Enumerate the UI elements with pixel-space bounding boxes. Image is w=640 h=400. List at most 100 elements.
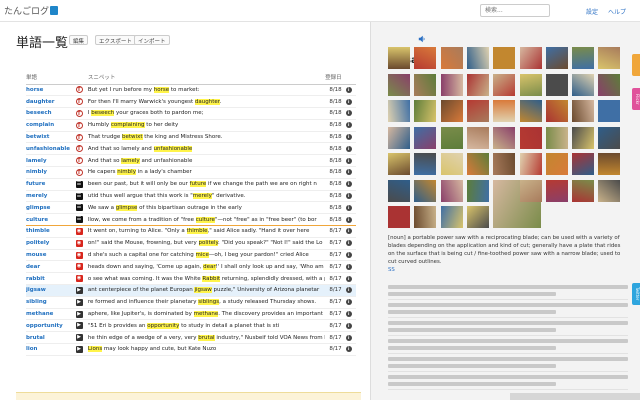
tweet-item[interactable]	[388, 375, 628, 390]
image-thumbnail[interactable]	[388, 153, 410, 175]
image-thumbnail[interactable]	[388, 100, 410, 122]
word-link[interactable]: future	[26, 178, 76, 191]
info-icon[interactable]: i	[345, 157, 352, 164]
image-thumbnail[interactable]	[572, 153, 595, 175]
table-row[interactable]: dear ◉ heads down and saying, 'Come up aga…	[26, 260, 356, 274]
info-icon[interactable]: i	[345, 252, 352, 259]
image-thumbnail[interactable]	[545, 47, 568, 69]
edit-button[interactable]: 編集	[69, 35, 89, 45]
image-thumbnail[interactable]	[388, 47, 410, 69]
image-thumbnail[interactable]	[466, 206, 489, 228]
word-link[interactable]: glimpse	[26, 201, 76, 215]
word-link[interactable]: merely	[26, 190, 76, 203]
info-icon[interactable]: i	[345, 122, 352, 129]
image-thumbnail[interactable]	[493, 47, 516, 69]
word-link[interactable]: unfashionable	[26, 142, 76, 156]
word-link[interactable]: brutal	[26, 331, 76, 345]
table-row[interactable]: sibling ▶ re formed and influence their pl…	[26, 296, 356, 309]
info-icon[interactable]: i	[345, 228, 352, 235]
image-thumbnail[interactable]	[572, 47, 595, 69]
table-row[interactable]: lion ▶ Lions may look happy and cute, but …	[26, 343, 356, 356]
word-link[interactable]: betwixt	[26, 131, 76, 144]
image-thumbnail[interactable]	[466, 126, 489, 149]
info-icon[interactable]: i	[345, 287, 352, 294]
tweet-item[interactable]	[388, 339, 628, 354]
image-thumbnail[interactable]	[388, 126, 410, 149]
image-thumbnail[interactable]	[493, 100, 516, 122]
image-thumbnail[interactable]	[414, 73, 437, 96]
word-link[interactable]: dear	[26, 260, 76, 274]
image-thumbnail[interactable]	[388, 73, 410, 96]
info-icon[interactable]: i	[345, 86, 352, 93]
info-icon[interactable]: i	[345, 216, 352, 223]
table-row[interactable]: glimpse ☰ We saw a glimpse of this biparti…	[26, 201, 356, 215]
image-thumbnail[interactable]	[493, 126, 516, 149]
image-thumbnail[interactable]	[466, 47, 489, 69]
info-icon[interactable]: i	[345, 193, 352, 200]
image-thumbnail[interactable]	[493, 153, 516, 175]
image-thumbnail[interactable]	[414, 100, 437, 122]
image-thumbnail[interactable]	[598, 47, 621, 69]
image-thumbnail[interactable]	[414, 47, 437, 69]
image-thumbnail[interactable]	[466, 179, 489, 202]
image-thumbnail[interactable]	[414, 206, 437, 228]
image-thumbnail[interactable]	[466, 100, 489, 122]
info-icon[interactable]: i	[345, 98, 352, 105]
info-icon[interactable]: i	[345, 275, 352, 282]
table-row[interactable]: rabbit ◉ o see what was coming. It was the…	[26, 272, 356, 286]
table-row[interactable]: culture ☰ llow, we come from a tradition o…	[26, 213, 356, 227]
tweet-item[interactable]	[388, 321, 628, 336]
table-row[interactable]: unfashionable T And that so lamely and unf…	[26, 142, 356, 156]
search-input[interactable]	[480, 4, 550, 17]
word-link[interactable]: jigsaw	[26, 284, 76, 297]
image-thumbnail[interactable]	[388, 179, 410, 202]
info-icon[interactable]: i	[345, 322, 352, 329]
word-link[interactable]: beseech	[26, 107, 76, 120]
ss-link[interactable]: SS	[388, 267, 395, 273]
image-thumbnail[interactable]	[414, 179, 437, 202]
table-row[interactable]: jigsaw ▶ ant centerpiece of the planet Eur…	[26, 284, 356, 297]
info-icon[interactable]: i	[345, 145, 352, 152]
table-row[interactable]: thimble ◉ It went on, turning to Alice. "O…	[26, 225, 356, 238]
table-row[interactable]: politely ◉ on!" said the Mouse, frowning, …	[26, 237, 356, 250]
tweet-item[interactable]	[388, 285, 628, 300]
image-thumbnail[interactable]	[493, 73, 516, 96]
word-link[interactable]: lamely	[26, 154, 76, 168]
table-row[interactable]: opportunity ▶ "51 Eri b provides an opport…	[26, 319, 356, 333]
info-icon[interactable]: i	[345, 311, 352, 318]
word-link[interactable]: lion	[26, 343, 76, 356]
table-row[interactable]: daughter T For then I'll marry Warwick's y…	[26, 95, 356, 109]
export-button[interactable]: エクスポート	[95, 35, 136, 45]
tweet-item[interactable]	[388, 357, 628, 372]
speaker-icon[interactable]	[418, 35, 426, 43]
image-thumbnail[interactable]	[519, 153, 542, 175]
image-thumbnail[interactable]	[440, 47, 463, 69]
tweet-item[interactable]	[388, 303, 628, 318]
table-row[interactable]: mouse ◉ d she's such a capital one for cat…	[26, 249, 356, 262]
word-link[interactable]: rabbit	[26, 272, 76, 286]
word-link[interactable]: culture	[26, 213, 76, 227]
import-button[interactable]: インポート	[134, 35, 170, 45]
image-thumbnail[interactable]	[440, 73, 463, 96]
table-row[interactable]: brutal ▶ he thin edge of a wedge of a very…	[26, 331, 356, 345]
settings-link[interactable]: 設定	[586, 7, 598, 16]
image-thumbnail[interactable]	[598, 126, 621, 149]
image-thumbnail[interactable]	[519, 126, 542, 149]
info-icon[interactable]: i	[345, 299, 352, 306]
word-link[interactable]: politely	[26, 237, 76, 250]
word-link[interactable]: nimbly	[26, 166, 76, 179]
table-row[interactable]: merely ☰ utid thus well argue that this wo…	[26, 190, 356, 203]
image-thumbnail[interactable]	[519, 179, 542, 202]
info-icon[interactable]: i	[345, 181, 352, 188]
image-thumbnail[interactable]	[440, 153, 463, 175]
image-thumbnail[interactable]	[572, 126, 595, 149]
table-row[interactable]: beseech T I beseech your graces both to pa…	[26, 107, 356, 120]
info-icon[interactable]: i	[345, 240, 352, 247]
image-thumbnail[interactable]	[388, 206, 410, 228]
info-icon[interactable]: i	[345, 110, 352, 117]
image-thumbnail[interactable]	[545, 179, 568, 202]
image-thumbnail[interactable]	[440, 179, 463, 202]
image-thumbnail[interactable]	[414, 126, 437, 149]
app-logo[interactable]: たんごログ	[4, 4, 59, 17]
image-thumbnail[interactable]	[572, 179, 595, 202]
